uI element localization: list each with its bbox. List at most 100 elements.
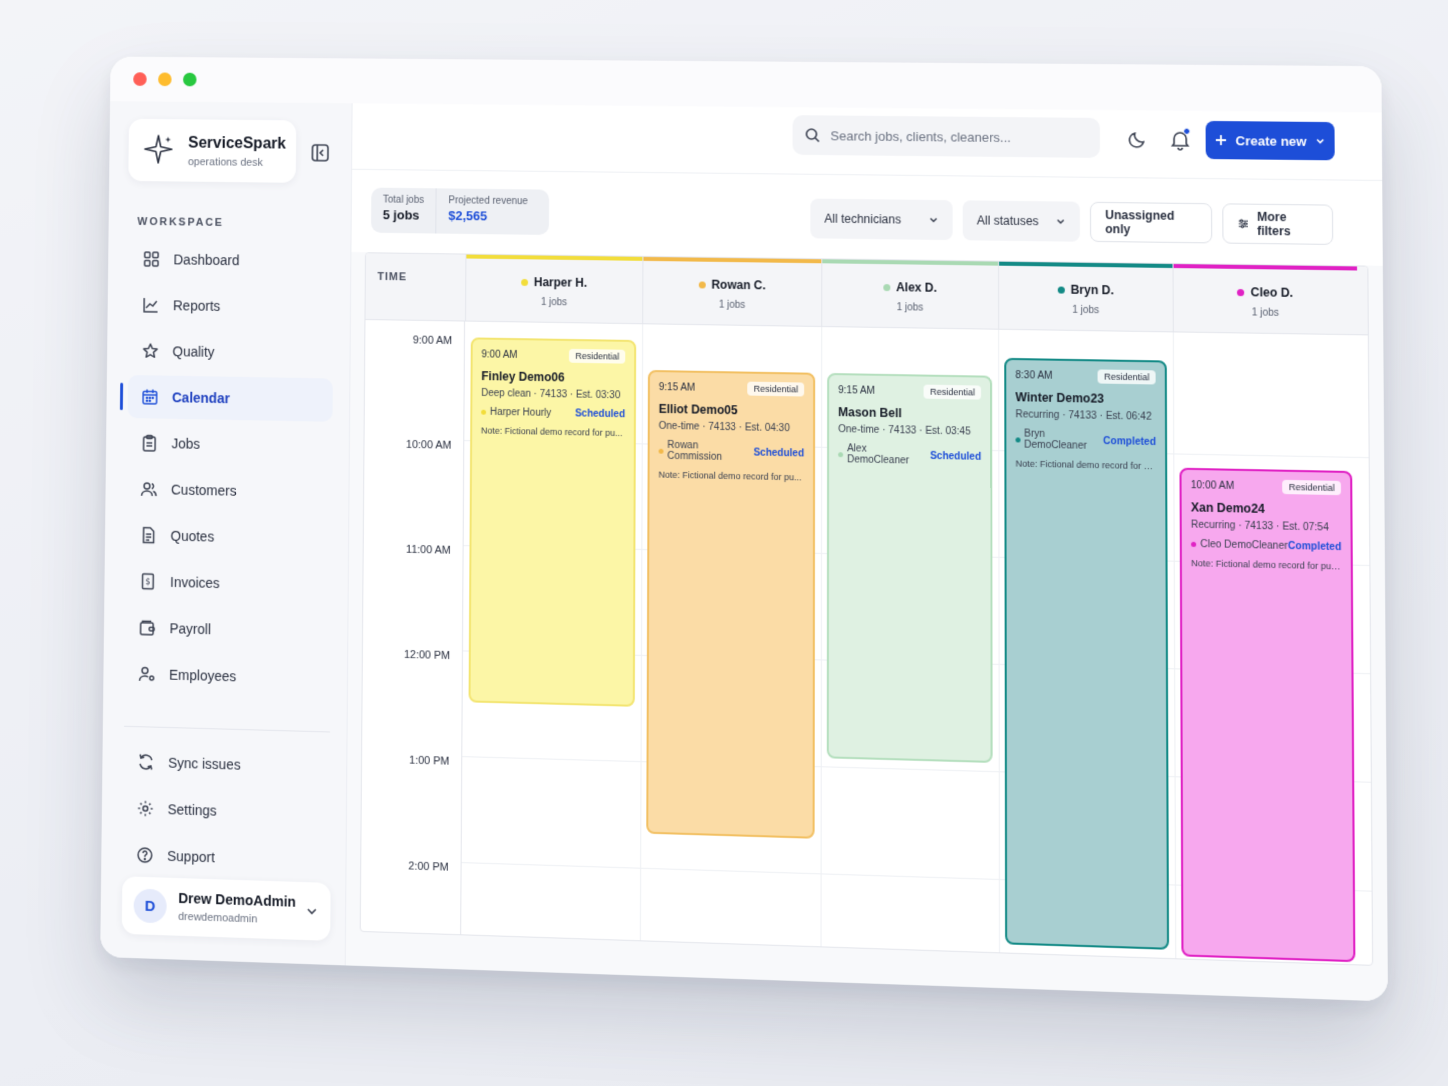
unassigned-only-toggle[interactable]: Unassigned only xyxy=(1089,201,1213,244)
job-count: 1 jobs xyxy=(540,297,568,309)
star-icon xyxy=(142,342,159,360)
sidebar-item-employees[interactable]: Employees xyxy=(124,652,330,701)
revenue-label: Projected revenue xyxy=(448,195,528,208)
time-label: 12:00 PM xyxy=(403,648,451,663)
time-column: 9:00 AM 10:00 AM 11:00 AM 12:00 PM 1:00 … xyxy=(360,320,466,935)
job-client-name: Mason Bell xyxy=(838,405,902,421)
calendar-icon xyxy=(141,388,159,406)
stats-summary: Total jobs 5 jobs Projected revenue $2,5… xyxy=(371,187,550,235)
column-color-bar xyxy=(466,254,643,261)
sidebar-item-support[interactable]: Support xyxy=(122,833,329,883)
column-header-bryn[interactable]: Bryn D. 1 jobs xyxy=(998,261,1173,333)
job-card-xan[interactable]: 10:00 AM Residential Xan Demo24 Recurring… xyxy=(1179,467,1356,963)
more-filters-button[interactable]: More filters xyxy=(1222,203,1334,245)
technician-filter[interactable]: All technicians xyxy=(810,198,953,241)
time-label: 10:00 AM xyxy=(405,438,452,452)
user-name: Drew DemoAdmin xyxy=(178,889,296,910)
job-time: 10:00 AM xyxy=(1190,479,1235,492)
column-color-bar xyxy=(1173,264,1358,271)
job-card-finley[interactable]: 9:00 AM Residential Finley Demo06 Deep cl… xyxy=(468,337,637,707)
primary-nav: Dashboard Reports Quality Calendar Jobs … xyxy=(124,237,334,703)
sidebar-item-customers[interactable]: Customers xyxy=(126,467,332,515)
brand-subtitle: operations desk xyxy=(187,156,263,169)
sidebar-item-payroll[interactable]: Payroll xyxy=(125,606,331,655)
job-time: 9:15 AM xyxy=(838,384,875,397)
time-label: 9:00 AM xyxy=(412,334,453,347)
job-cleaner: Cleo DemoCleaner xyxy=(1191,539,1288,552)
line-chart-icon xyxy=(142,296,159,314)
sidebar-item-label: Employees xyxy=(169,666,237,685)
time-label: 1:00 PM xyxy=(409,754,450,768)
chevron-down-icon xyxy=(1056,216,1066,226)
job-cleaner: Harper Hourly xyxy=(481,407,551,419)
sidebar-item-sync-issues[interactable]: Sync issues xyxy=(123,740,329,790)
status-dot xyxy=(658,448,664,454)
job-cleaner: Rowan Commission xyxy=(658,440,754,464)
column-line xyxy=(1172,332,1177,959)
job-card-elliot[interactable]: 9:15 AM Residential Elliot Demo05 One-tim… xyxy=(646,369,816,839)
job-count: 1 jobs xyxy=(718,299,746,311)
job-meta: Recurring · 74133 · Est. 07:54 xyxy=(1190,519,1329,534)
sparkle-icon xyxy=(142,133,175,166)
status-filter[interactable]: All statuses xyxy=(962,200,1080,242)
sidebar-item-invoices[interactable]: $ Invoices xyxy=(125,559,331,607)
search-box[interactable] xyxy=(792,115,1100,158)
column-name: Alex D. xyxy=(822,279,998,295)
sidebar-item-settings[interactable]: Settings xyxy=(123,786,330,836)
create-new-button[interactable]: Create new xyxy=(1205,120,1335,161)
close-window-button[interactable] xyxy=(133,72,147,86)
user-menu[interactable]: D Drew DemoAdmin drewdemoadmin xyxy=(121,876,331,941)
column-line xyxy=(639,324,644,941)
job-card-mason[interactable]: 9:15 AM Residential Mason Bell One-time ·… xyxy=(826,372,993,763)
cleaner-name: Alex DemoCleaner xyxy=(847,443,910,467)
status-filter-value: All statuses xyxy=(976,213,1039,229)
job-cleaner: Alex DemoCleaner xyxy=(838,443,930,467)
brand-card[interactable]: ServiceSpark operations desk xyxy=(128,118,297,183)
revenue-value: $2,565 xyxy=(448,208,488,224)
job-type-badge: Residential xyxy=(1098,369,1156,385)
search-input[interactable] xyxy=(830,127,1082,146)
notifications-button[interactable] xyxy=(1169,127,1191,151)
job-client-name: Elliot Demo05 xyxy=(658,401,738,418)
chevron-down-icon xyxy=(1315,136,1325,146)
job-cleaner: Bryn DemoCleaner xyxy=(1015,428,1103,452)
sidebar-item-label: Customers xyxy=(170,481,237,499)
calendar-toolbar: Total jobs 5 jobs Projected revenue $2,5… xyxy=(351,169,1383,266)
sidebar-item-quality[interactable]: Quality xyxy=(128,329,333,375)
column-header-rowan[interactable]: Rowan C. 1 jobs xyxy=(642,256,822,327)
collapse-sidebar-icon[interactable] xyxy=(309,142,330,164)
job-meta: One-time · 74133 · Est. 04:30 xyxy=(658,420,790,435)
sidebar-item-reports[interactable]: Reports xyxy=(129,283,334,329)
sidebar-item-quotes[interactable]: Quotes xyxy=(126,513,332,561)
column-name: Rowan C. xyxy=(643,277,821,293)
total-jobs-value: 5 jobs xyxy=(382,207,420,223)
status-dot xyxy=(1191,541,1197,547)
technician-name: Rowan C. xyxy=(711,277,766,293)
column-line xyxy=(998,329,1001,953)
status-dot xyxy=(698,280,706,288)
top-bar: Create new xyxy=(352,103,1383,181)
time-label: 2:00 PM xyxy=(408,860,449,874)
minimize-window-button[interactable] xyxy=(158,72,172,87)
job-type-badge: Residential xyxy=(569,348,626,364)
user-handle: drewdemoadmin xyxy=(178,910,258,926)
job-card-winter[interactable]: 8:30 AM Residential Winter Demo23 Recurri… xyxy=(1004,357,1170,950)
dark-mode-icon[interactable] xyxy=(1126,128,1148,150)
secondary-nav: Sync issues Settings Support xyxy=(122,740,330,886)
column-header-cleo[interactable]: Cleo D. 1 jobs xyxy=(1172,264,1358,336)
sidebar-item-calendar[interactable]: Calendar xyxy=(127,374,333,422)
app-window: ServiceSpark operations desk WORKSPACE D… xyxy=(100,56,1388,1002)
sidebar-item-dashboard[interactable]: Dashboard xyxy=(129,237,334,283)
clipboard-icon xyxy=(141,434,159,452)
sliders-icon xyxy=(1238,218,1249,230)
sync-icon xyxy=(137,753,155,771)
status-dot xyxy=(1237,288,1245,296)
sidebar-item-jobs[interactable]: Jobs xyxy=(127,421,332,468)
sidebar: ServiceSpark operations desk WORKSPACE D… xyxy=(100,101,353,966)
column-header-alex[interactable]: Alex D. 1 jobs xyxy=(821,259,999,330)
maximize-window-button[interactable] xyxy=(182,72,197,87)
receipt-icon: $ xyxy=(139,572,157,590)
job-status: Completed xyxy=(1103,435,1156,448)
sidebar-item-label: Invoices xyxy=(169,574,220,591)
column-header-harper[interactable]: Harper H. 1 jobs xyxy=(465,254,643,325)
